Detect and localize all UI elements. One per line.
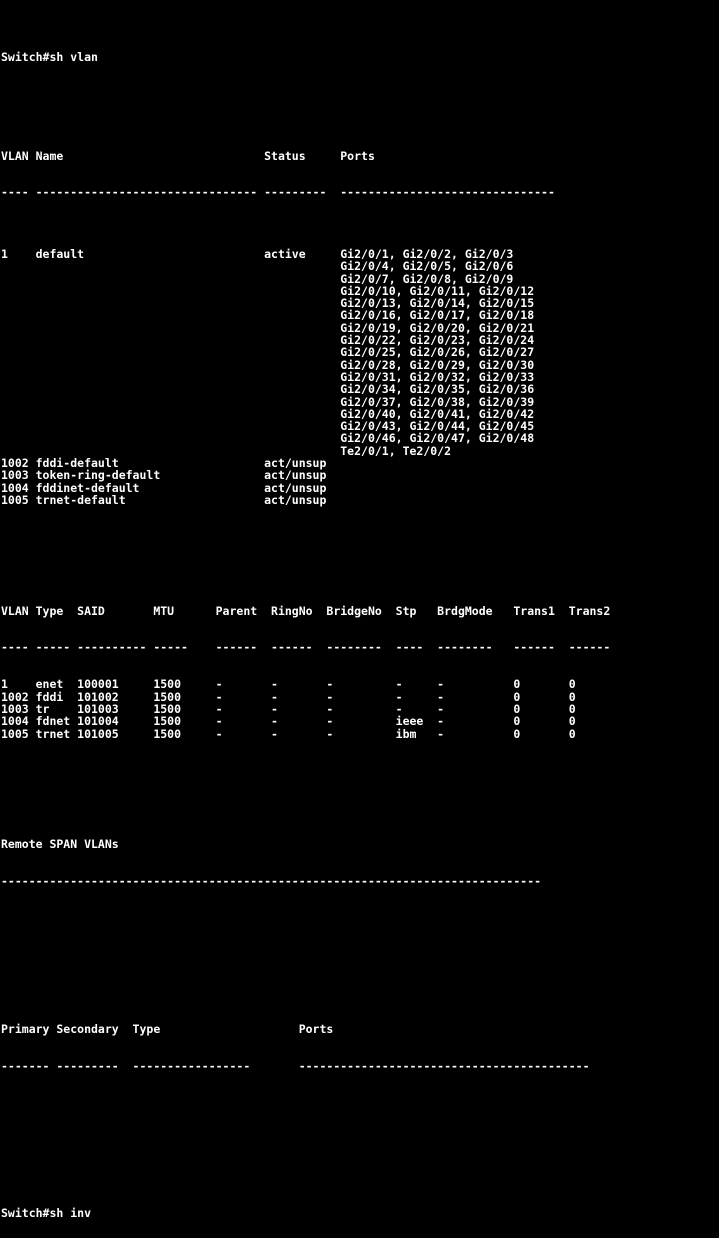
vlan-detail-row: 1003 tr 101003 1500 - - - - - 0 0 [1, 701, 576, 716]
vlan-row-ports-continuation: Gi2/0/46, Gi2/0/47, Gi2/0/48 [1, 431, 535, 446]
vlan-row-ports-continuation: Gi2/0/34, Gi2/0/35, Gi2/0/36 [1, 382, 535, 397]
vlan-row-ports-continuation: Gi2/0/4, Gi2/0/5, Gi2/0/6 [1, 259, 514, 274]
command-line-show-vlan: Switch#sh vlan [1, 50, 98, 65]
vlan-detail-body: 1 enet 100001 1500 - - - - - 0 0 1002 fdd… [1, 677, 719, 741]
vlan-row-ports-continuation: Gi2/0/25, Gi2/0/26, Gi2/0/27 [1, 345, 535, 360]
vlan-row-ports-continuation: Gi2/0/7, Gi2/0/8, Gi2/0/9 [1, 271, 514, 286]
remote-span-title: Remote SPAN VLANs [1, 837, 119, 852]
vlan-detail-row: 1004 fdnet 101004 1500 - - - ieee - 0 0 [1, 714, 576, 729]
private-vlan-header-row: Primary Secondary Type Ports [1, 1021, 334, 1036]
private-vlan-header-separator: ------- --------- ----------------- ----… [1, 1058, 590, 1073]
terminal-screen[interactable]: Switch#sh vlan VLAN Name Status Ports --… [0, 0, 719, 1219]
vlan-table-header-row: VLAN Name Status Ports [1, 148, 375, 163]
vlan-row: 1003 token-ring-default act/unsup [1, 468, 341, 483]
command-line-show-inventory: Switch#sh inv [1, 1206, 92, 1221]
vlan-detail-header-separator: ---- ----- ---------- ----- ------ -----… [1, 640, 611, 655]
vlan-row-ports-continuation: Gi2/0/37, Gi2/0/38, Gi2/0/39 [1, 394, 535, 409]
vlan-row-ports-continuation: Gi2/0/16, Gi2/0/17, Gi2/0/18 [1, 308, 535, 323]
vlan-table-header-separator: ---- -------------------------------- --… [1, 185, 555, 200]
vlan-detail-row: 1002 fddi 101002 1500 - - - - - 0 0 [1, 689, 576, 704]
vlan-detail-header-row: VLAN Type SAID MTU Parent RingNo BridgeN… [1, 603, 611, 618]
vlan-table-body: 1 default active Gi2/0/1, Gi2/0/2, Gi2/0… [1, 248, 719, 507]
remote-span-separator: ----------------------------------------… [1, 874, 542, 889]
vlan-row: 1005 trnet-default act/unsup [1, 492, 341, 507]
vlan-detail-row: 1 enet 100001 1500 - - - - - 0 0 [1, 677, 576, 692]
vlan-detail-row: 1005 trnet 101005 1500 - - - ibm - 0 0 [1, 726, 576, 741]
